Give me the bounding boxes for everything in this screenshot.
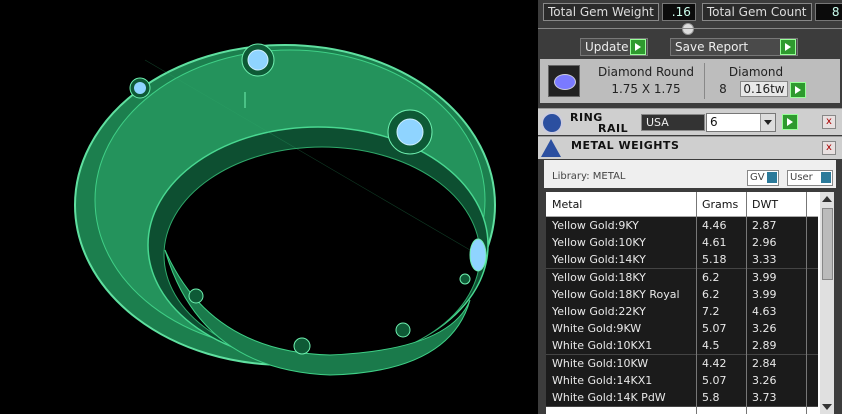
table-row[interactable]: Yellow Gold:22KY 7.2 4.63 bbox=[546, 303, 818, 321]
metal-weights-title: METAL WEIGHTS bbox=[571, 139, 680, 152]
ring-rail-go-icon[interactable] bbox=[782, 114, 798, 130]
dwt-cell: 2.89 bbox=[752, 339, 777, 353]
gem-weight: 0.16tw bbox=[740, 81, 788, 97]
table-row[interactable]: White Gold:14KX1 5.07 3.26 bbox=[546, 371, 818, 390]
grams-cell: 4.5 bbox=[702, 339, 720, 353]
metal-name-cell: Yellow Gold:18KY bbox=[552, 270, 646, 284]
gem-info: Diamond Round 1.75 X 1.75 Diamond 8 0.16… bbox=[540, 59, 840, 103]
ring-rail-icon bbox=[541, 112, 563, 134]
scrollbar[interactable] bbox=[820, 192, 834, 414]
user-toggle[interactable]: User bbox=[787, 170, 833, 186]
scroll-down-icon[interactable] bbox=[822, 404, 832, 410]
library-row: Library: METAL GV User bbox=[544, 160, 836, 188]
table-row[interactable]: White Gold:14K PdW 5.8 3.73 bbox=[546, 389, 818, 407]
3d-viewport[interactable] bbox=[0, 0, 538, 414]
update-button[interactable]: Update bbox=[580, 38, 648, 56]
user-label: User bbox=[790, 172, 813, 183]
ring-region-field[interactable]: USA bbox=[641, 114, 705, 131]
metal-weights-table: Metal Grams DWT Yellow Gold:9KY 4.46 2.87 Y… bbox=[546, 192, 834, 414]
grams-cell: 6.2 bbox=[702, 270, 720, 284]
gem-material: Diamond bbox=[728, 65, 784, 79]
diamond-thumbnail-icon[interactable] bbox=[548, 65, 580, 97]
scroll-thumb[interactable] bbox=[822, 208, 833, 280]
ring-rail-bar: RING RAIL USA 6 x bbox=[538, 108, 842, 135]
divider bbox=[538, 28, 842, 29]
table-row[interactable]: Yellow Gold:18KY Royal 6.2 3.99 bbox=[546, 285, 818, 304]
ring-size-select[interactable]: 6 bbox=[706, 113, 776, 132]
dwt-cell: 2.84 bbox=[752, 356, 777, 370]
total-gem-weight-label: Total Gem Weight bbox=[543, 3, 659, 21]
table-row[interactable]: Yellow Gold:18KY 6.2 3.99 bbox=[546, 268, 818, 287]
column-header-grams[interactable]: Grams bbox=[702, 198, 738, 211]
gem-count: 8 bbox=[719, 82, 727, 96]
ring-render bbox=[74, 43, 496, 376]
metal-name-cell: Yellow Gold:14KY bbox=[552, 253, 646, 267]
table-row[interactable]: White Gold:10KW 4.42 2.84 bbox=[546, 354, 818, 373]
grams-cell: 7.2 bbox=[702, 305, 720, 318]
dwt-cell: 3.73 bbox=[752, 391, 777, 404]
table-row[interactable]: White Gold:9KW 5.07 3.26 bbox=[546, 320, 818, 339]
grams-cell: 5.07 bbox=[702, 373, 727, 387]
total-gem-weight-value: .16 bbox=[661, 3, 696, 21]
dwt-cell: 3.99 bbox=[752, 287, 777, 301]
grams-cell: 5.8 bbox=[702, 391, 720, 404]
gem-size: 1.75 X 1.75 bbox=[611, 82, 681, 96]
table-row[interactable]: Yellow Gold:9KY 4.46 2.87 bbox=[546, 217, 818, 235]
metal-name-cell: White Gold:9KW bbox=[552, 322, 642, 336]
dwt-cell: 4.63 bbox=[752, 305, 777, 318]
grams-cell: 4.42 bbox=[702, 356, 727, 370]
grams-cell: 5.18 bbox=[702, 253, 727, 267]
dwt-cell: 2.87 bbox=[752, 219, 777, 232]
metal-weights-icon bbox=[541, 139, 561, 157]
table-row[interactable]: White Gold:10KX1 4.5 2.89 bbox=[546, 337, 818, 356]
metal-name-cell: Yellow Gold:18KY Royal bbox=[552, 287, 680, 301]
gem-go-icon[interactable] bbox=[790, 82, 806, 98]
update-label: Update bbox=[585, 40, 629, 54]
total-gem-count-label: Total Gem Count bbox=[701, 3, 812, 21]
metal-name-cell: White Gold:14KX1 bbox=[552, 373, 653, 387]
save-report-go-icon bbox=[780, 39, 796, 55]
dwt-cell: 2.96 bbox=[752, 236, 777, 250]
column-header-metal[interactable]: Metal bbox=[552, 198, 582, 211]
table-header: Metal Grams DWT bbox=[546, 192, 818, 217]
grams-cell: 4.46 bbox=[702, 219, 727, 232]
dwt-cell: 3.33 bbox=[752, 253, 777, 267]
metal-name-cell: White Gold:14K PdW bbox=[552, 391, 666, 404]
metal-name-cell: White Gold:10KW bbox=[552, 356, 649, 370]
save-report-button[interactable]: Save Report bbox=[670, 38, 798, 56]
save-report-label: Save Report bbox=[675, 40, 749, 54]
metal-name-cell: Yellow Gold:9KY bbox=[552, 219, 639, 232]
grams-cell: 6.2 bbox=[702, 287, 720, 301]
metal-weights-bar: METAL WEIGHTS x bbox=[538, 136, 842, 159]
column-header-dwt[interactable]: DWT bbox=[752, 198, 778, 211]
close-icon[interactable]: x bbox=[822, 141, 836, 155]
total-gem-count-value: 8 bbox=[814, 3, 842, 21]
metal-name-cell: Yellow Gold:10KY bbox=[552, 236, 646, 250]
library-label: Library: METAL bbox=[552, 171, 626, 182]
table-row[interactable]: Yellow Gold:10KY 4.61 2.96 bbox=[546, 234, 818, 253]
gv-label: GV bbox=[750, 172, 765, 183]
dwt-cell: 3.99 bbox=[752, 270, 777, 284]
metal-name-cell: Yellow Gold:22KY bbox=[552, 305, 646, 318]
collapse-knob-icon[interactable] bbox=[682, 23, 694, 35]
ring-rail-title-2: RAIL bbox=[598, 122, 629, 135]
grams-cell: 5.07 bbox=[702, 322, 727, 336]
scroll-up-icon[interactable] bbox=[822, 196, 832, 202]
right-panel: Total Gem Weight .16 Total Gem Count 8 U… bbox=[538, 0, 842, 414]
gv-toggle[interactable]: GV bbox=[747, 170, 779, 186]
table-row[interactable]: Yellow Gold:14KY 5.18 3.33 bbox=[546, 251, 818, 270]
dwt-cell: 3.26 bbox=[752, 373, 777, 387]
ring-size-value: 6 bbox=[710, 115, 718, 129]
chevron-down-icon bbox=[760, 114, 775, 131]
close-icon[interactable]: x bbox=[822, 115, 836, 129]
dwt-cell: 3.26 bbox=[752, 322, 777, 336]
update-go-icon bbox=[630, 39, 646, 55]
gem-shape: Diamond Round bbox=[598, 65, 694, 79]
metal-name-cell: White Gold:10KX1 bbox=[552, 339, 653, 353]
grams-cell: 4.61 bbox=[702, 236, 727, 250]
